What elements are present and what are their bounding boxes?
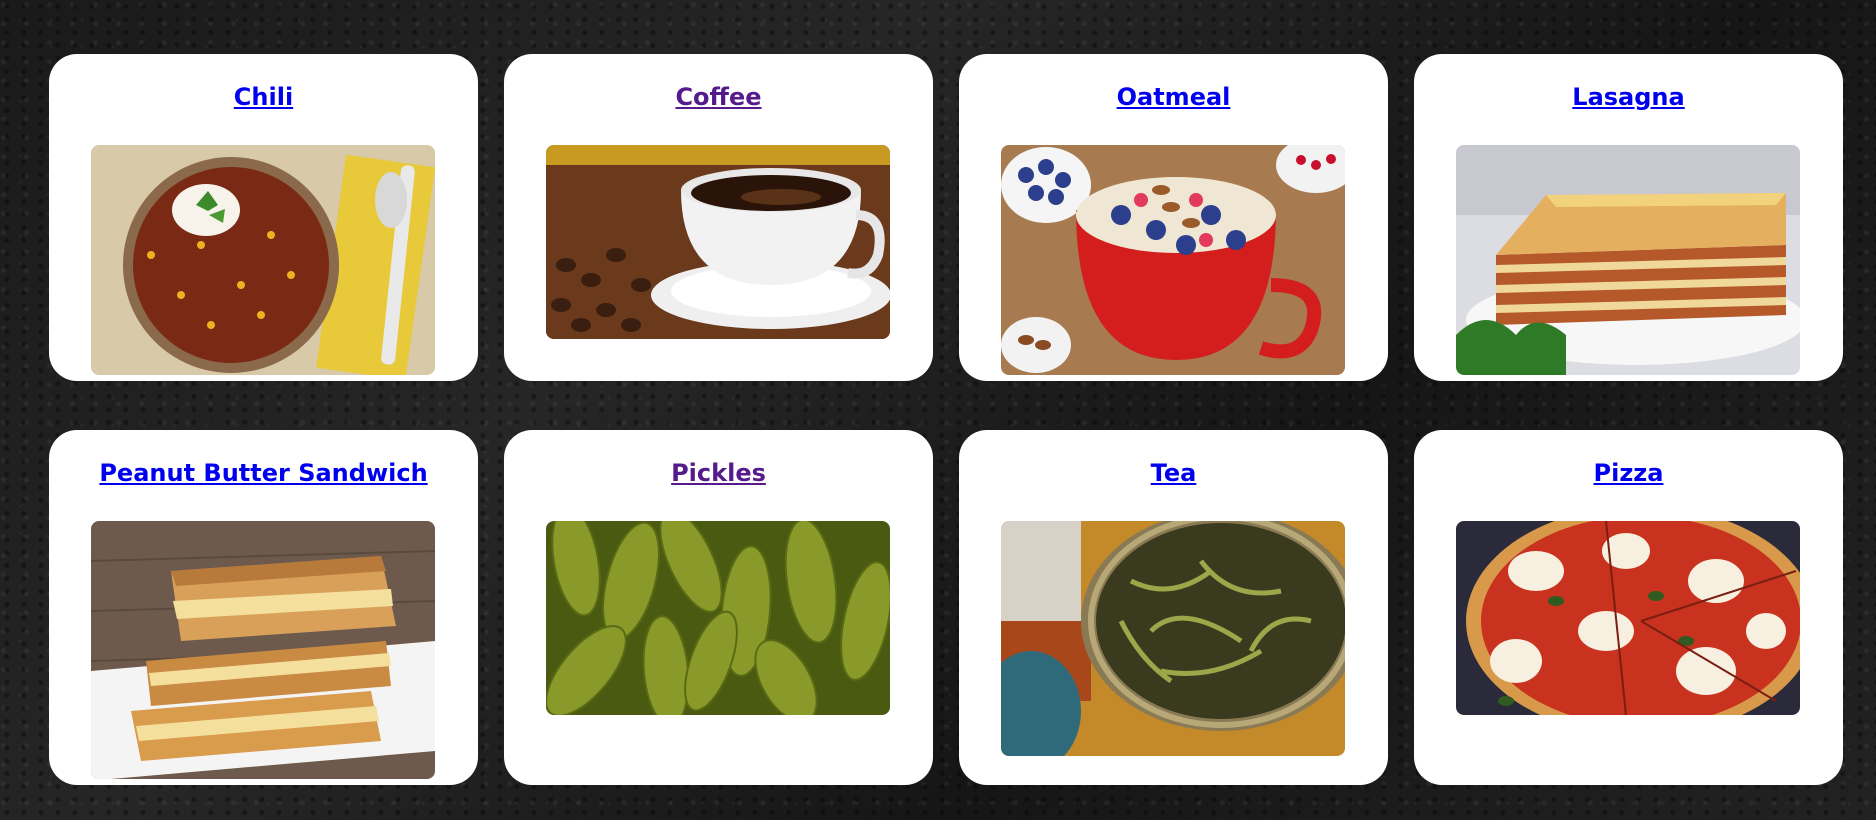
food-card-oatmeal: Oatmeal xyxy=(959,54,1388,381)
tea-link[interactable]: Tea xyxy=(959,460,1388,487)
food-card-pickles: Pickles xyxy=(504,430,933,785)
pizza-photo[interactable] xyxy=(1456,521,1800,715)
food-card-peanut-butter-sandwich: Peanut Butter Sandwich xyxy=(49,430,478,785)
peanut-butter-sandwich-photo[interactable] xyxy=(91,521,435,779)
food-card-coffee: Coffee xyxy=(504,54,933,381)
coffee-photo[interactable] xyxy=(546,145,890,339)
oatmeal-link[interactable]: Oatmeal xyxy=(959,84,1388,111)
pizza-link[interactable]: Pizza xyxy=(1414,460,1843,487)
food-card-lasagna: Lasagna xyxy=(1414,54,1843,381)
chili-photo[interactable] xyxy=(91,145,435,375)
oatmeal-photo[interactable] xyxy=(1001,145,1345,375)
lasagna-link[interactable]: Lasagna xyxy=(1414,84,1843,111)
coffee-link[interactable]: Coffee xyxy=(504,84,933,111)
lasagna-photo[interactable] xyxy=(1456,145,1800,375)
pickles-link[interactable]: Pickles xyxy=(504,460,933,487)
food-card-pizza: Pizza xyxy=(1414,430,1843,785)
food-card-chili: Chili xyxy=(49,54,478,381)
food-card-grid: Chili Coffee Oatmeal Lasagna Peanut Butt… xyxy=(49,54,1843,785)
pickles-photo[interactable] xyxy=(546,521,890,715)
chili-link[interactable]: Chili xyxy=(49,84,478,111)
peanut-butter-sandwich-link[interactable]: Peanut Butter Sandwich xyxy=(49,460,478,487)
food-card-tea: Tea xyxy=(959,430,1388,785)
tea-photo[interactable] xyxy=(1001,521,1345,756)
